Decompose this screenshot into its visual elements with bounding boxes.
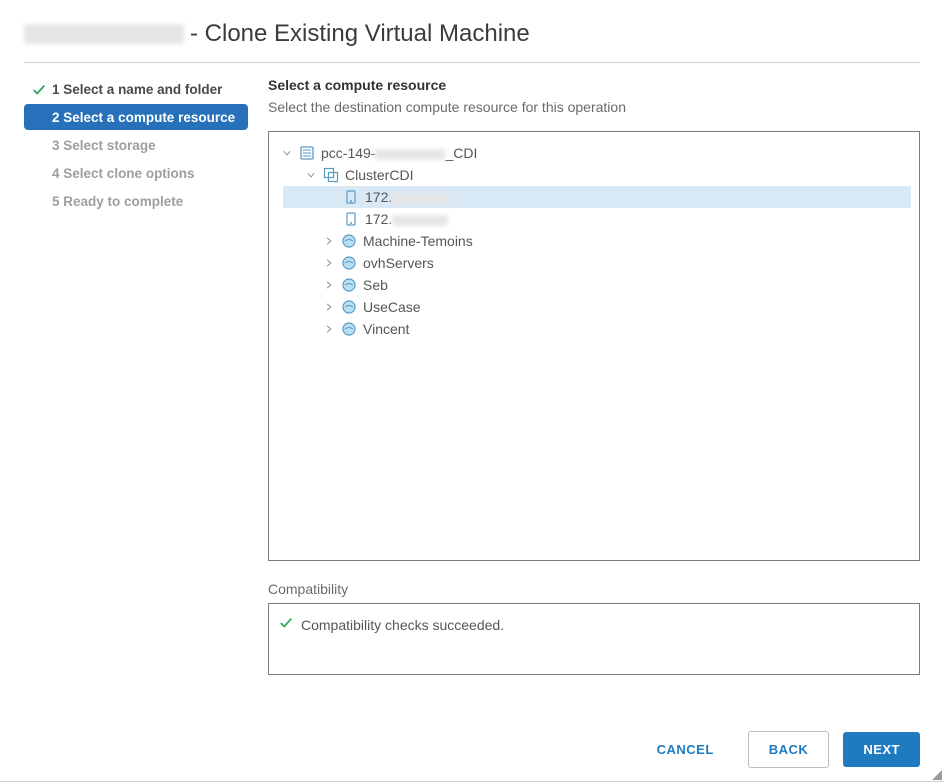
chevron-down-icon[interactable]: [305, 169, 317, 181]
title-suffix: - Clone Existing Virtual Machine: [190, 20, 530, 48]
cluster-icon: [323, 167, 339, 183]
dialog-footer: CANCEL BACK NEXT: [637, 731, 920, 768]
compatibility-message: Compatibility checks succeeded.: [301, 617, 504, 633]
chevron-right-icon[interactable]: [323, 279, 335, 291]
chevron-right-icon[interactable]: [323, 235, 335, 247]
tree-node-label: 172.: [365, 189, 448, 205]
cancel-button[interactable]: CANCEL: [637, 732, 734, 767]
tree-host-selected[interactable]: 172.: [283, 186, 911, 208]
tree-pool[interactable]: Machine-Temoins: [277, 230, 911, 252]
resource-tree[interactable]: pcc-149-_CDI ClusterCDI: [268, 131, 920, 561]
panel-heading: Select a compute resource: [268, 77, 920, 93]
wizard-steps: 1 Select a name and folder ✓ 2 Select a …: [24, 77, 256, 675]
step-ready-to-complete: ✓ 5 Ready to complete: [24, 188, 248, 214]
tree-node-label: pcc-149-_CDI: [321, 145, 477, 161]
compatibility-status: Compatibility checks succeeded.: [279, 616, 909, 633]
panel-subheading: Select the destination compute resource …: [268, 99, 920, 115]
back-button[interactable]: BACK: [748, 731, 830, 768]
step-label: 2 Select a compute resource: [52, 110, 235, 125]
chevron-right-icon[interactable]: [323, 323, 335, 335]
next-button[interactable]: NEXT: [843, 732, 920, 767]
tree-node-label: Machine-Temoins: [363, 233, 473, 249]
step-label: 3 Select storage: [52, 138, 156, 153]
tree-datacenter[interactable]: pcc-149-_CDI: [277, 142, 911, 164]
step-select-clone-options: ✓ 4 Select clone options: [24, 160, 248, 186]
resource-pool-icon: [341, 233, 357, 249]
tree-pool[interactable]: Seb: [277, 274, 911, 296]
resource-pool-icon: [341, 277, 357, 293]
check-icon: [279, 616, 293, 633]
step-label: 5 Ready to complete: [52, 194, 183, 209]
chevron-right-icon[interactable]: [323, 301, 335, 313]
tree-node-label: UseCase: [363, 299, 421, 315]
vm-name-redacted: [24, 24, 184, 44]
chevron-down-icon[interactable]: [281, 147, 293, 159]
tree-node-label: 172.: [365, 211, 448, 227]
step-select-compute-resource[interactable]: ✓ 2 Select a compute resource: [24, 104, 248, 130]
tree-node-label: ClusterCDI: [345, 167, 413, 183]
compatibility-box: Compatibility checks succeeded.: [268, 603, 920, 675]
resource-pool-icon: [341, 255, 357, 271]
step-label: 4 Select clone options: [52, 166, 195, 181]
tree-pool[interactable]: UseCase: [277, 296, 911, 318]
check-icon: [32, 83, 46, 97]
tree-host[interactable]: 172.: [277, 208, 911, 230]
step-select-storage: ✓ 3 Select storage: [24, 132, 248, 158]
chevron-right-icon[interactable]: [323, 257, 335, 269]
tree-pool[interactable]: Vincent: [277, 318, 911, 340]
tree-pool[interactable]: ovhServers: [277, 252, 911, 274]
resource-pool-icon: [341, 299, 357, 315]
step-select-name-folder[interactable]: 1 Select a name and folder: [24, 77, 248, 102]
tree-node-label: Vincent: [363, 321, 409, 337]
tree-node-label: Seb: [363, 277, 388, 293]
tree-cluster[interactable]: ClusterCDI: [277, 164, 911, 186]
host-icon: [343, 211, 359, 227]
datacenter-icon: [299, 145, 315, 161]
host-icon: [343, 189, 359, 205]
resource-pool-icon: [341, 321, 357, 337]
main-panel: Select a compute resource Select the des…: [256, 77, 920, 675]
compatibility-label: Compatibility: [268, 581, 920, 597]
dialog-title: - Clone Existing Virtual Machine: [24, 20, 920, 63]
step-label: 1 Select a name and folder: [52, 82, 222, 97]
resize-grip-icon[interactable]: [932, 770, 942, 780]
tree-node-label: ovhServers: [363, 255, 434, 271]
